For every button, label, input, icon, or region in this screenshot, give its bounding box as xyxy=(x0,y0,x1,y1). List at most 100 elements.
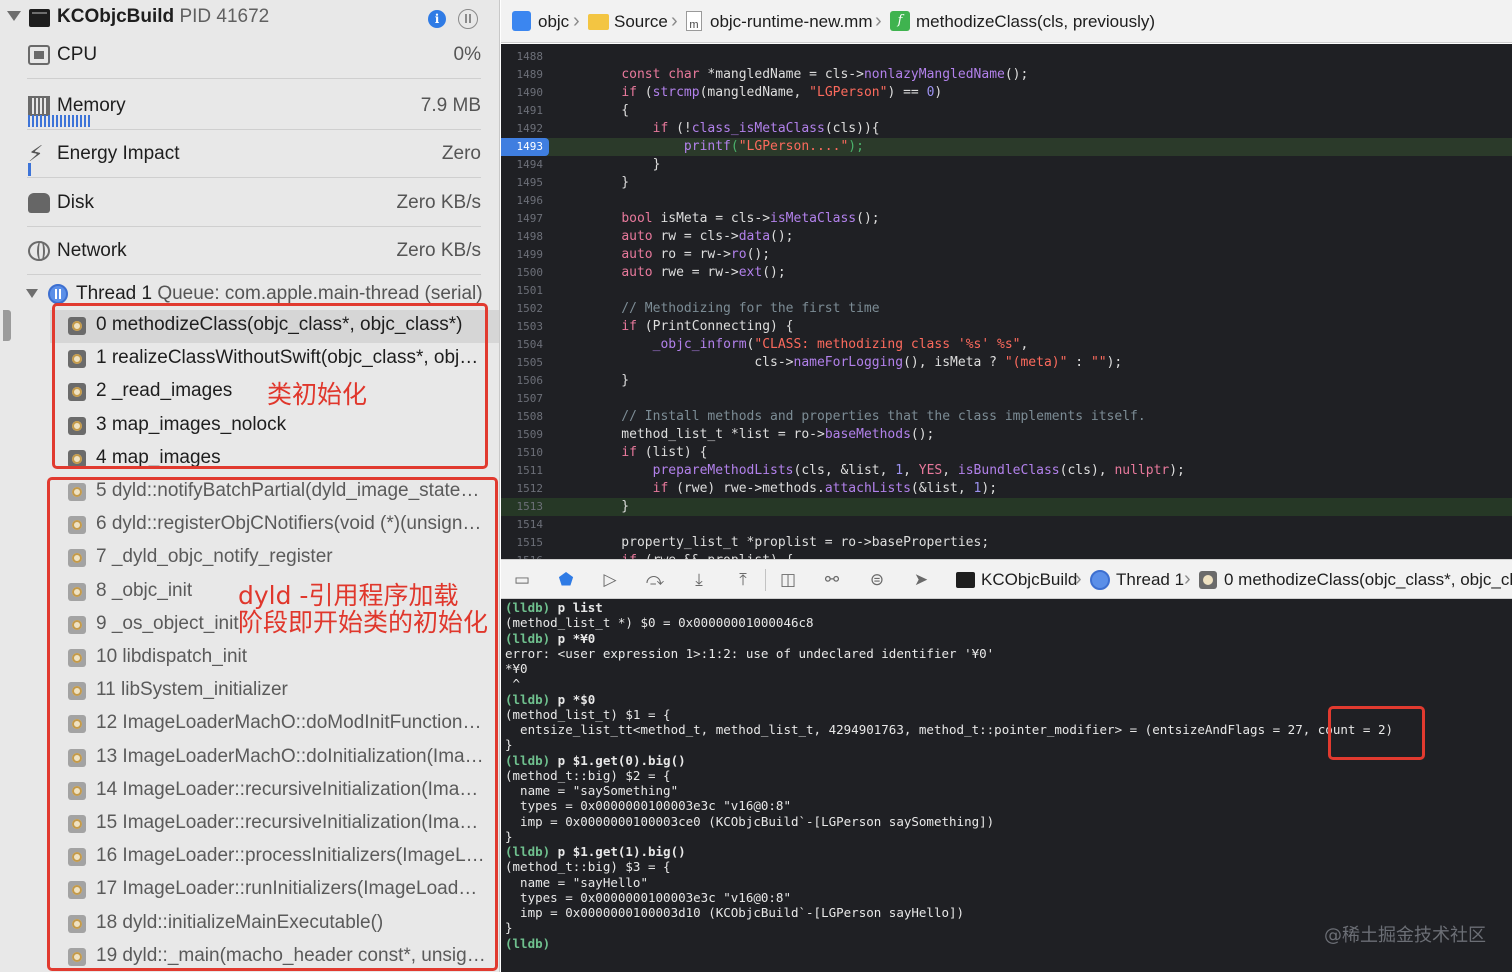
stack-frame-row[interactable]: 13 ImageLoaderMachO::doInitialization(Im… xyxy=(0,742,499,775)
gauge-disk[interactable]: Disk Zero KB/s xyxy=(0,179,499,227)
gauge-network[interactable]: Network Zero KB/s xyxy=(0,227,499,275)
line-number[interactable]: 1512 xyxy=(501,480,544,498)
line-number[interactable]: 1494 xyxy=(501,156,544,174)
debugbar-thread[interactable]: Thread 1 xyxy=(1116,570,1184,590)
simulate-location-icon[interactable]: ➤ xyxy=(910,570,932,590)
line-number[interactable]: 1513 xyxy=(501,498,544,516)
code-line[interactable]: 1516 if (rwe && proplist) { xyxy=(501,552,1512,559)
memory-graph-icon[interactable]: ⚯ xyxy=(821,570,843,590)
code-line[interactable]: 1506 } xyxy=(501,372,1512,390)
code-line[interactable]: 1492 if (!class_isMetaClass(cls)){ xyxy=(501,120,1512,138)
line-number[interactable]: 1503 xyxy=(501,318,544,336)
code-line[interactable]: 1508 // Install methods and properties t… xyxy=(501,408,1512,426)
stack-frame-row[interactable]: 0 methodizeClass(objc_class*, objc_class… xyxy=(0,310,499,343)
line-number[interactable]: 1506 xyxy=(501,372,544,390)
code-line[interactable]: 1501 xyxy=(501,282,1512,300)
code-line[interactable]: 1500 auto rwe = rw->ext(); xyxy=(501,264,1512,282)
stack-frame-row[interactable]: 10 libdispatch_init xyxy=(0,642,499,675)
code-line[interactable]: 1505 cls->nameForLogging(), isMeta ? "(m… xyxy=(501,354,1512,372)
line-number[interactable]: 1505 xyxy=(501,354,544,372)
stack-frame-row[interactable]: 15 ImageLoader::recursiveInitialization(… xyxy=(0,808,499,841)
thread-pause-icon[interactable] xyxy=(458,9,478,29)
code-line[interactable]: 1490 if (strcmp(mangledName, "LGPerson")… xyxy=(501,84,1512,102)
stack-frame-row[interactable]: 3 map_images_nolock xyxy=(0,410,499,443)
jumpbar-item-project[interactable]: objc xyxy=(538,12,569,32)
stack-frame-row[interactable]: 1 realizeClassWithoutSwift(objc_class*, … xyxy=(0,343,499,376)
line-number[interactable]: 1499 xyxy=(501,246,544,264)
environment-overrides-icon[interactable]: ⊜ xyxy=(866,570,888,590)
stack-frame-row[interactable]: 16 ImageLoader::processInitializers(Imag… xyxy=(0,841,499,874)
jumpbar-item-function[interactable]: methodizeClass(cls, previously) xyxy=(916,12,1155,32)
code-line[interactable]: 1498 auto rw = cls->data(); xyxy=(501,228,1512,246)
stack-frame-row[interactable]: 12 ImageLoaderMachO::doModInitFunctions… xyxy=(0,708,499,741)
line-number[interactable]: 1490 xyxy=(501,84,544,102)
breakpoints-toggle-icon[interactable]: ⬟ xyxy=(555,570,577,590)
hide-debug-area-icon[interactable]: ▭ xyxy=(511,570,533,590)
stack-frame-row[interactable]: 7 _dyld_objc_notify_register xyxy=(0,542,499,575)
jumpbar-item-file[interactable]: objc-runtime-new.mm xyxy=(710,12,873,32)
code-line[interactable]: 1512 if (rwe) rwe->methods.attachLists(&… xyxy=(501,480,1512,498)
line-number[interactable]: 1491 xyxy=(501,102,544,120)
stack-frame-row[interactable]: 11 libSystem_initializer xyxy=(0,675,499,708)
line-number[interactable]: 1510 xyxy=(501,444,544,462)
line-number[interactable]: 1492 xyxy=(501,120,544,138)
line-number[interactable]: 1488 xyxy=(501,48,544,66)
disclosure-triangle-icon[interactable] xyxy=(7,11,21,21)
source-editor[interactable]: 1488 1489 const char *mangledName = cls->… xyxy=(501,44,1512,559)
step-into-icon[interactable]: ⤓ xyxy=(688,570,710,590)
continue-icon[interactable]: ▷ xyxy=(599,570,621,590)
debugbar-app[interactable]: KCObjcBuild xyxy=(981,570,1077,590)
code-line[interactable]: 1507 xyxy=(501,390,1512,408)
disclosure-triangle-icon[interactable] xyxy=(26,289,38,298)
thread-row[interactable]: Thread 1 Queue: com.apple.main-thread (s… xyxy=(0,280,499,308)
line-number[interactable]: 1493 xyxy=(501,138,549,156)
stack-frame-row[interactable]: 5 dyld::notifyBatchPartial(dyld_image_st… xyxy=(0,476,499,509)
jumpbar-item-folder[interactable]: Source xyxy=(614,12,668,32)
line-number[interactable]: 1502 xyxy=(501,300,544,318)
code-line[interactable]: 1496 xyxy=(501,192,1512,210)
stack-frame-row[interactable]: 4 map_images xyxy=(0,443,499,476)
code-line[interactable]: 1513 } xyxy=(501,498,1512,516)
gauge-energy[interactable]: ⚡ Energy Impact Zero xyxy=(0,130,499,178)
stack-frame-row[interactable]: 14 ImageLoader::recursiveInitialization(… xyxy=(0,775,499,808)
line-number[interactable]: 1497 xyxy=(501,210,544,228)
line-number[interactable]: 1504 xyxy=(501,336,544,354)
code-line[interactable]: 1488 xyxy=(501,48,1512,66)
code-line[interactable]: 1494 } xyxy=(501,156,1512,174)
info-icon[interactable]: i xyxy=(428,10,446,28)
code-line[interactable]: 1491 { xyxy=(501,102,1512,120)
code-line[interactable]: 1495 } xyxy=(501,174,1512,192)
code-line[interactable]: 1514 xyxy=(501,516,1512,534)
code-line[interactable]: 1489 const char *mangledName = cls->nonl… xyxy=(501,66,1512,84)
code-line[interactable]: 1503 if (PrintConnecting) { xyxy=(501,318,1512,336)
gauge-cpu[interactable]: CPU 0% xyxy=(0,31,499,79)
stack-frame-row[interactable]: 2 _read_images xyxy=(0,376,499,409)
code-line[interactable]: 1510 if (list) { xyxy=(501,444,1512,462)
stack-frame-row[interactable]: 6 dyld::registerObjCNotifiers(void (*)(u… xyxy=(0,509,499,542)
line-number[interactable]: 1516 xyxy=(501,552,544,559)
line-number[interactable]: 1496 xyxy=(501,192,544,210)
code-line[interactable]: 1499 auto ro = rw->ro(); xyxy=(501,246,1512,264)
line-number[interactable]: 1495 xyxy=(501,174,544,192)
code-line[interactable]: 1497 bool isMeta = cls->isMetaClass(); xyxy=(501,210,1512,228)
lldb-console[interactable]: (lldb) p list (method_list_t *) $0 = 0x00… xyxy=(501,599,1512,972)
line-number[interactable]: 1514 xyxy=(501,516,544,534)
code-line[interactable]: 1511 prepareMethodLists(cls, &list, 1, Y… xyxy=(501,462,1512,480)
line-number[interactable]: 1507 xyxy=(501,390,544,408)
debugbar-frame[interactable]: 0 methodizeClass(objc_class*, objc_clas xyxy=(1224,570,1512,590)
view-hierarchy-icon[interactable]: ◫ xyxy=(777,570,799,590)
code-line[interactable]: 1515 property_list_t *proplist = ro->bas… xyxy=(501,534,1512,552)
code-line[interactable]: 1509 method_list_t *list = ro->baseMetho… xyxy=(501,426,1512,444)
current-line[interactable]: 1493 printf("LGPerson...."); xyxy=(501,138,1512,156)
code-line[interactable]: 1504 _objc_inform("CLASS: methodizing cl… xyxy=(501,336,1512,354)
stack-frame-row[interactable]: 17 ImageLoader::runInitializers(ImageLoa… xyxy=(0,874,499,907)
step-out-icon[interactable]: ⤒ xyxy=(732,570,754,590)
line-number[interactable]: 1489 xyxy=(501,66,544,84)
line-number[interactable]: 1515 xyxy=(501,534,544,552)
line-number[interactable]: 1509 xyxy=(501,426,544,444)
step-over-icon[interactable]: ⤼ xyxy=(644,570,666,590)
line-number[interactable]: 1511 xyxy=(501,462,544,480)
line-number[interactable]: 1500 xyxy=(501,264,544,282)
stack-frame-row[interactable]: 19 dyld::_main(macho_header const*, unsi… xyxy=(0,941,499,972)
line-number[interactable]: 1508 xyxy=(501,408,544,426)
